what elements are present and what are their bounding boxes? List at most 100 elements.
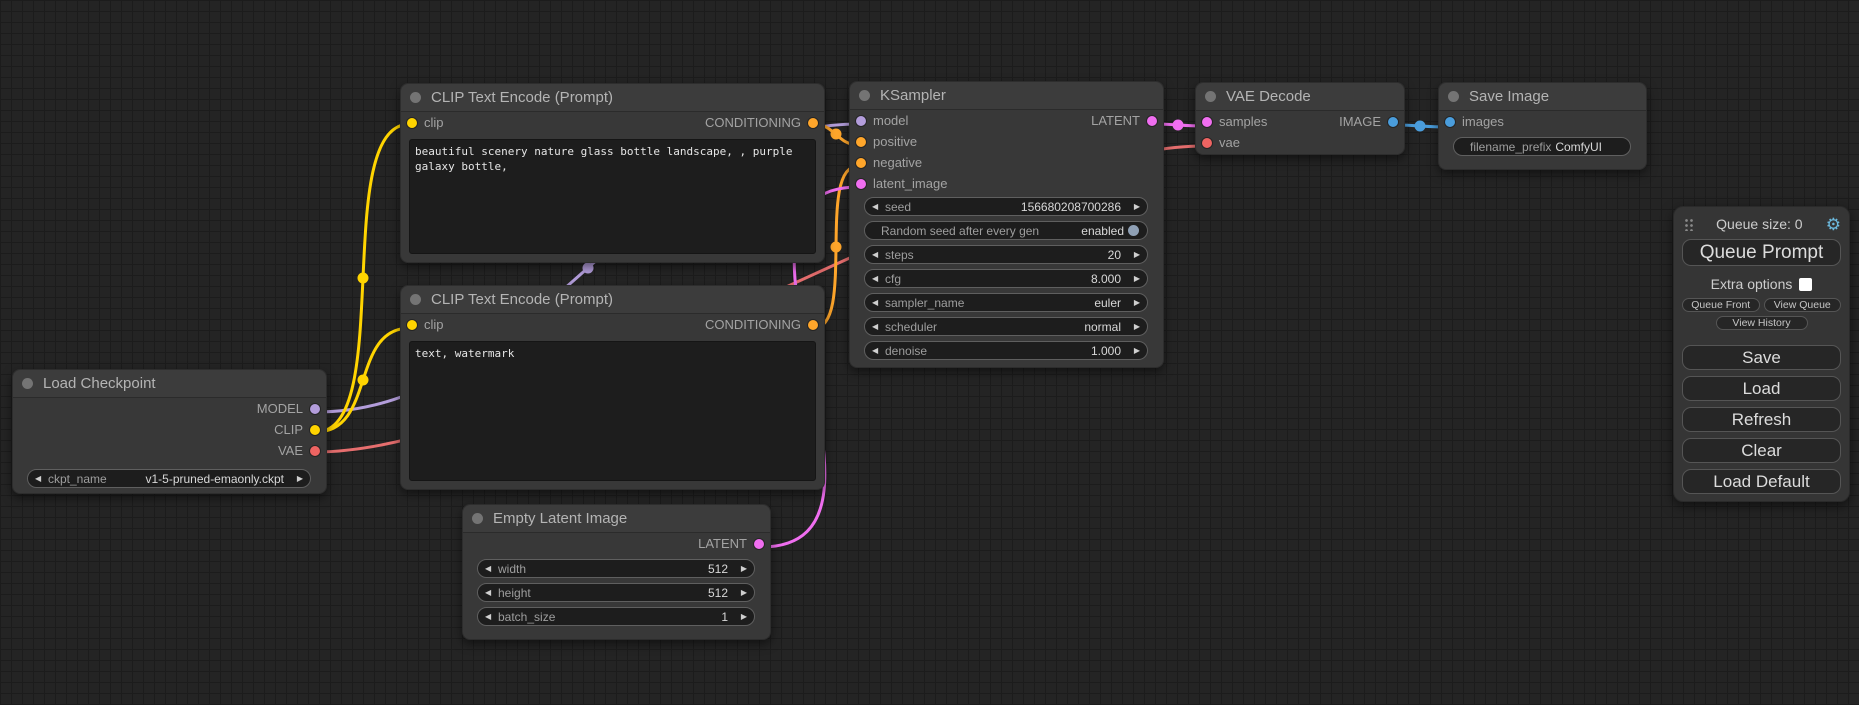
collapse-dot-icon[interactable] [410,92,421,103]
collapse-dot-icon[interactable] [22,378,33,389]
output-label-clip: CLIP [274,422,303,437]
settings-gear-icon[interactable]: ⚙ [1826,216,1841,233]
widget-ckpt-name[interactable]: ◀ ckpt_name v1-5-pruned-emaonly.ckpt ▶ [27,469,311,488]
widget-value: 156680208700286 [1021,200,1128,214]
widget-value: 1 [721,610,735,624]
combo-left-arrow-icon[interactable]: ◀ [872,322,884,331]
slot-row: samples IMAGE [1196,111,1404,132]
combo-right-arrow-icon[interactable]: ▶ [1128,322,1140,331]
toggle-dot-icon[interactable] [1128,225,1139,236]
input-port-vae[interactable] [1202,138,1212,148]
combo-left-arrow-icon[interactable]: ◀ [485,588,497,597]
node-clip-text-encode-negative[interactable]: CLIP Text Encode (Prompt) clip CONDITION… [400,285,825,490]
input-port-clip[interactable] [407,320,417,330]
view-history-button[interactable]: View History [1716,316,1808,330]
combo-right-arrow-icon[interactable]: ▶ [291,474,303,483]
widget-cfg[interactable]: ◀ cfg 8.000 ▶ [864,269,1148,288]
node-title-bar[interactable]: Empty Latent Image [463,505,770,533]
combo-left-arrow-icon[interactable]: ◀ [872,250,884,259]
node-empty-latent-image[interactable]: Empty Latent Image LATENT ◀ width 512 ▶ … [462,504,771,640]
node-vae-decode[interactable]: VAE Decode samples IMAGE vae [1195,82,1405,155]
widget-value: v1-5-pruned-emaonly.ckpt [145,472,291,486]
widget-sampler-name[interactable]: ◀ sampler_name euler ▶ [864,293,1148,312]
clear-button[interactable]: Clear [1682,438,1841,463]
output-port-vae[interactable] [310,446,320,456]
collapse-dot-icon[interactable] [1448,91,1459,102]
load-button[interactable]: Load [1682,376,1841,401]
slot-row: latent_image [850,173,1163,194]
extra-options-label: Extra options [1711,276,1793,292]
widget-steps[interactable]: ◀ steps 20 ▶ [864,245,1148,264]
input-port-latent-image[interactable] [856,179,866,189]
widget-label: seed [885,200,911,214]
load-default-button[interactable]: Load Default [1682,469,1841,494]
combo-right-arrow-icon[interactable]: ▶ [1128,346,1140,355]
output-port-conditioning[interactable] [808,118,818,128]
combo-right-arrow-icon[interactable]: ▶ [1128,298,1140,307]
output-port-conditioning[interactable] [808,320,818,330]
combo-right-arrow-icon[interactable]: ▶ [1128,274,1140,283]
prompt-textarea[interactable]: text, watermark [409,341,816,481]
node-title-bar[interactable]: CLIP Text Encode (Prompt) [401,286,824,314]
widget-scheduler[interactable]: ◀ scheduler normal ▶ [864,317,1148,336]
node-title-bar[interactable]: VAE Decode [1196,83,1404,111]
input-port-model[interactable] [856,116,866,126]
node-ksampler[interactable]: KSampler model LATENT positive negative … [849,81,1164,368]
combo-left-arrow-icon[interactable]: ◀ [872,202,884,211]
combo-right-arrow-icon[interactable]: ▶ [735,588,747,597]
combo-left-arrow-icon[interactable]: ◀ [872,346,884,355]
input-label-vae: vae [1219,135,1240,150]
combo-left-arrow-icon[interactable]: ◀ [872,298,884,307]
input-label-clip: clip [424,317,444,332]
input-port-positive[interactable] [856,137,866,147]
node-load-checkpoint[interactable]: Load Checkpoint MODEL CLIP VAE ◀ ckpt_na… [12,369,327,494]
widget-batch-size[interactable]: ◀ batch_size 1 ▶ [477,607,755,626]
collapse-dot-icon[interactable] [1205,91,1216,102]
input-port-clip[interactable] [407,118,417,128]
collapse-dot-icon[interactable] [472,513,483,524]
input-port-images[interactable] [1445,117,1455,127]
widget-random-seed-toggle[interactable]: Random seed after every gen enabled [864,221,1148,240]
widget-label: denoise [885,344,927,358]
output-port-clip[interactable] [310,425,320,435]
combo-left-arrow-icon[interactable]: ◀ [35,474,47,483]
save-button[interactable]: Save [1682,345,1841,370]
output-port-latent[interactable] [1147,116,1157,126]
widget-filename-prefix[interactable]: filename_prefix ComfyUI [1453,137,1631,156]
combo-left-arrow-icon[interactable]: ◀ [485,564,497,573]
node-save-image[interactable]: Save Image images filename_prefix ComfyU… [1438,82,1647,170]
graph-canvas[interactable]: Load Checkpoint MODEL CLIP VAE ◀ ckpt_na… [0,0,1859,705]
collapse-dot-icon[interactable] [410,294,421,305]
queue-prompt-button[interactable]: Queue Prompt [1682,239,1841,266]
node-clip-text-encode-positive[interactable]: CLIP Text Encode (Prompt) clip CONDITION… [400,83,825,263]
widget-height[interactable]: ◀ height 512 ▶ [477,583,755,602]
widget-denoise[interactable]: ◀ denoise 1.000 ▶ [864,341,1148,360]
combo-right-arrow-icon[interactable]: ▶ [1128,250,1140,259]
combo-left-arrow-icon[interactable]: ◀ [872,274,884,283]
view-queue-button[interactable]: View Queue [1764,298,1842,312]
input-label-negative: negative [873,155,922,170]
widget-seed[interactable]: ◀ seed 156680208700286 ▶ [864,197,1148,216]
collapse-dot-icon[interactable] [859,90,870,101]
drag-handle-icon[interactable] [1684,217,1693,231]
node-title-bar[interactable]: Save Image [1439,83,1646,111]
combo-right-arrow-icon[interactable]: ▶ [735,612,747,621]
input-port-samples[interactable] [1202,117,1212,127]
combo-right-arrow-icon[interactable]: ▶ [1128,202,1140,211]
extra-options-checkbox[interactable] [1799,278,1812,291]
queue-front-button[interactable]: Queue Front [1682,298,1760,312]
node-title-bar[interactable]: KSampler [850,82,1163,110]
combo-right-arrow-icon[interactable]: ▶ [735,564,747,573]
output-port-latent[interactable] [754,539,764,549]
widget-width[interactable]: ◀ width 512 ▶ [477,559,755,578]
output-port-image[interactable] [1388,117,1398,127]
slot-row: CLIP [13,419,326,440]
widget-value: ComfyUI [1555,140,1609,154]
combo-left-arrow-icon[interactable]: ◀ [485,612,497,621]
output-port-model[interactable] [310,404,320,414]
refresh-button[interactable]: Refresh [1682,407,1841,432]
node-title-bar[interactable]: CLIP Text Encode (Prompt) [401,84,824,112]
prompt-textarea[interactable]: beautiful scenery nature glass bottle la… [409,139,816,254]
input-port-negative[interactable] [856,158,866,168]
node-title-bar[interactable]: Load Checkpoint [13,370,326,398]
